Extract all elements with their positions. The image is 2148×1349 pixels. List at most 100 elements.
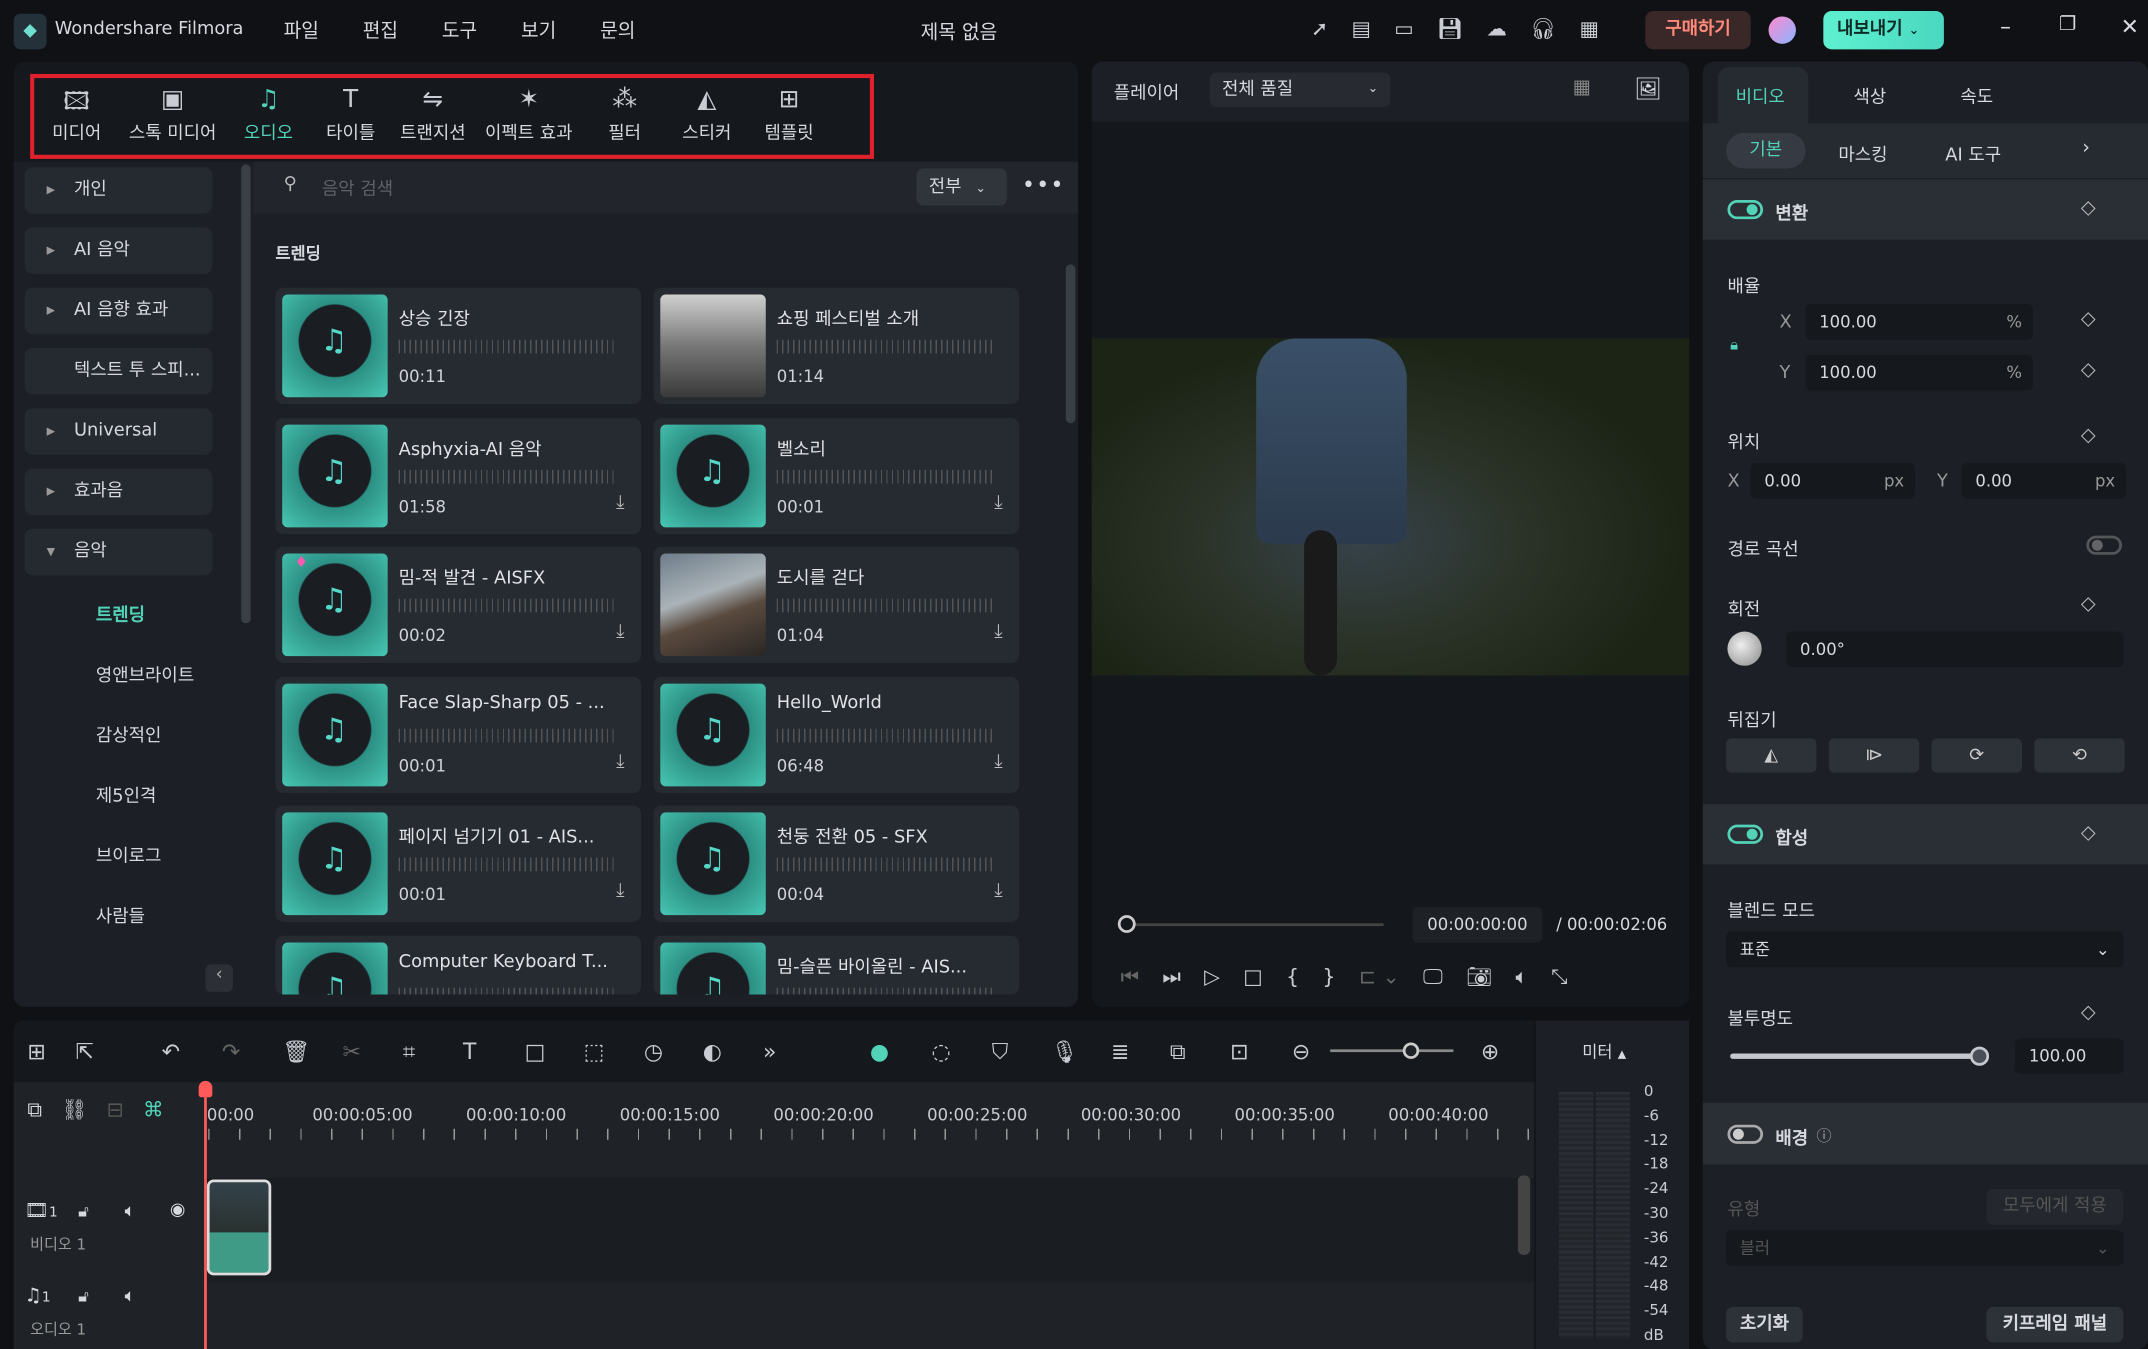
sidebar-category[interactable]: 텍스트 투 스피... xyxy=(24,347,213,395)
select-layout-icon[interactable]: ⊞ xyxy=(27,1038,45,1064)
zoom-out-icon[interactable]: ⊖ xyxy=(1292,1038,1310,1064)
background-toggle[interactable] xyxy=(1727,1124,1764,1144)
meter-dropdown[interactable]: 미터 ▲ xyxy=(1582,1040,1626,1063)
subtab-masking[interactable]: 마스킹 xyxy=(1838,140,1887,166)
quality-dropdown[interactable]: 전체 품질 ⌄ xyxy=(1209,72,1391,107)
grid-view-icon[interactable]: ▦ xyxy=(1573,77,1591,99)
lock-icon[interactable]: 🔓︎ xyxy=(78,1201,89,1222)
menu-help[interactable]: 문의 xyxy=(600,16,635,43)
sidebar-category[interactable]: ▶Universal Mus... xyxy=(24,408,213,488)
video-preview[interactable] xyxy=(1091,338,1690,676)
rotate-input[interactable]: 0.00° xyxy=(1786,631,2124,668)
rotate-ccw-button[interactable]: ⟲ xyxy=(2034,738,2125,773)
audio-track-card[interactable]: ♫ 페이지 넘기기 01 - AIS... 00:01 ⤓ xyxy=(275,805,642,922)
search-input[interactable]: 음악 검색 xyxy=(322,174,393,200)
chevron-right-icon[interactable]: › xyxy=(2082,137,2090,159)
tab-video[interactable]: 비디오 xyxy=(1736,82,1785,109)
audio-track-card[interactable]: ♫ Asphyxia-AI 음악 01:58 ⤓ xyxy=(275,417,642,534)
audio-track-card[interactable]: ♫ 밈-슬픈 바이올린 - AIS... xyxy=(653,934,1020,994)
rotate-cw-button[interactable]: ⟳ xyxy=(1931,738,2022,773)
audio-track-card[interactable]: ♫ ♦ 밈-적 발견 - AISFX 00:02 ⤓ xyxy=(275,546,642,664)
help-icon[interactable]: ⓘ xyxy=(1816,1125,1831,1147)
opacity-input[interactable]: 100.00 xyxy=(2015,1038,2124,1075)
color-palette-icon[interactable]: ◐ xyxy=(703,1038,722,1064)
menu-view[interactable]: 보기 xyxy=(521,16,556,43)
microphone-icon[interactable]: 🎙︎ xyxy=(1051,1038,1079,1064)
zoom-slider-handle[interactable] xyxy=(1402,1042,1420,1059)
download-icon[interactable]: ⤓ xyxy=(994,750,1002,772)
camera-icon[interactable]: 📷︎ xyxy=(1466,964,1492,989)
support-icon[interactable]: 🎧︎ xyxy=(1530,16,1556,41)
delete-icon[interactable]: 🗑︎ xyxy=(282,1038,310,1064)
minimize-icon[interactable]: – xyxy=(2000,14,2011,40)
add-track-icon[interactable]: ⧉ xyxy=(27,1097,42,1122)
crop-icon[interactable]: ⌗ xyxy=(403,1038,415,1065)
sidebar-category[interactable]: ▶ 효과음 xyxy=(24,468,213,516)
tab-speed[interactable]: 속도 xyxy=(1960,82,1993,109)
lock-ratio-icon[interactable]: 🔒︎ xyxy=(1730,336,1738,355)
rotate-dial[interactable] xyxy=(1727,631,1762,666)
mark-out-icon[interactable]: } xyxy=(1322,964,1335,989)
video-clip[interactable] xyxy=(206,1179,272,1276)
flip-vertical-button[interactable]: ⧐ xyxy=(1828,738,1920,773)
sidebar-category[interactable]: ▶ 개인 xyxy=(24,167,213,214)
sidebar-subitem[interactable]: 제5인격 xyxy=(96,781,156,807)
filter-dropdown[interactable]: 전부 ⌄ xyxy=(916,168,1007,206)
pip-icon[interactable]: ⧉ xyxy=(1170,1038,1186,1065)
reset-button[interactable]: 초기화 xyxy=(1726,1306,1803,1343)
sidebar-subitem[interactable]: 사람들 xyxy=(96,901,145,928)
send-icon[interactable]: ➚ xyxy=(1311,16,1328,41)
audio-track-card[interactable]: 쇼핑 페스티벌 소개 01:14 xyxy=(653,287,1020,405)
playback-scrubber[interactable] xyxy=(1126,923,1384,927)
sidebar-subitem[interactable]: 브이로그 xyxy=(96,841,162,868)
avatar[interactable] xyxy=(1768,16,1796,44)
keyframe-diamond-icon[interactable]: ◇ xyxy=(2081,197,2096,219)
download-icon[interactable]: ⤓ xyxy=(994,621,1002,643)
redo-icon[interactable]: ↷ xyxy=(222,1038,240,1064)
path-curve-toggle[interactable] xyxy=(2086,535,2122,555)
sidebar-subitem[interactable]: 감상적인 xyxy=(96,721,162,747)
restore-icon[interactable]: ❐ xyxy=(2059,14,2076,36)
position-x-input[interactable]: 0.00 px xyxy=(1750,463,1916,499)
project-info-icon[interactable]: ▤ xyxy=(1352,16,1371,41)
ai-copilot-icon[interactable]: ● xyxy=(870,1038,889,1064)
scale-x-input[interactable]: 100.00% xyxy=(1805,304,2033,340)
marker-icon[interactable]: ⛉ xyxy=(992,1038,1008,1065)
mark-in-icon[interactable]: { xyxy=(1286,964,1299,989)
audio-track-card[interactable]: 도시를 걷다 01:04 ⤓ xyxy=(653,546,1020,664)
tab-color[interactable]: 색상 xyxy=(1853,82,1886,109)
opacity-slider[interactable] xyxy=(1730,1053,1980,1059)
sidebar-scrollbar[interactable] xyxy=(241,164,251,624)
audio-mix-icon[interactable]: ≣ xyxy=(1111,1038,1129,1064)
more-tools-icon[interactable]: » xyxy=(763,1038,776,1064)
select-tool-icon[interactable]: ⇱ xyxy=(75,1038,93,1064)
cut-icon[interactable]: ✂ xyxy=(342,1038,360,1064)
audio-track-card[interactable]: ♫ 벨소리 00:01 ⤓ xyxy=(653,417,1020,534)
sidebar-category[interactable]: ▶ AI 음악 xyxy=(24,227,213,274)
fullscreen-icon[interactable]: ⤡ xyxy=(1551,964,1567,989)
subtab-ai-tools[interactable]: AI 도구 xyxy=(1945,140,2001,166)
apps-grid-icon[interactable]: ▦ xyxy=(1580,16,1599,41)
close-icon[interactable]: ✕ xyxy=(2121,14,2139,40)
sidebar-category[interactable]: ▼ 음악 xyxy=(24,528,213,576)
mask-icon[interactable]: ⬚ xyxy=(584,1038,605,1064)
insert-icon[interactable]: ⊏ ⌄ xyxy=(1359,964,1400,989)
zoom-in-icon[interactable]: ⊕ xyxy=(1481,1038,1499,1064)
speed-icon[interactable]: ◷ xyxy=(644,1038,663,1064)
sidebar-subitem[interactable]: 트렌딩 xyxy=(96,600,145,626)
export-button[interactable]: 내보내기 ⌄ xyxy=(1823,10,1944,50)
text-icon[interactable]: T xyxy=(463,1038,476,1064)
scrubber-handle[interactable] xyxy=(1117,915,1136,933)
save-icon[interactable]: 💾︎ xyxy=(1437,16,1463,41)
link-icon[interactable]: ⛓︎ xyxy=(61,1097,87,1122)
keyframe-diamond-icon[interactable]: ◇ xyxy=(2081,1001,2096,1023)
unlink-icon[interactable]: ⊟ xyxy=(107,1097,124,1122)
subtab-basic[interactable]: 기본 xyxy=(1726,132,1806,169)
fit-icon[interactable]: ⊡ xyxy=(1230,1038,1248,1064)
audio-track-card[interactable]: ♫ 천둥 전환 05 - SFX 00:04 ⤓ xyxy=(653,805,1020,922)
sidebar-category[interactable]: ▶ AI 음향 효과 xyxy=(24,287,213,335)
media-tab-4[interactable]: ⇋ 트랜지션 xyxy=(385,85,481,144)
track-visibility-icon[interactable]: ◉ xyxy=(170,1200,186,1221)
layout-icon[interactable]: ▭ xyxy=(1394,16,1413,41)
sidebar-subitem[interactable]: 영앤브라이트 xyxy=(96,660,194,687)
